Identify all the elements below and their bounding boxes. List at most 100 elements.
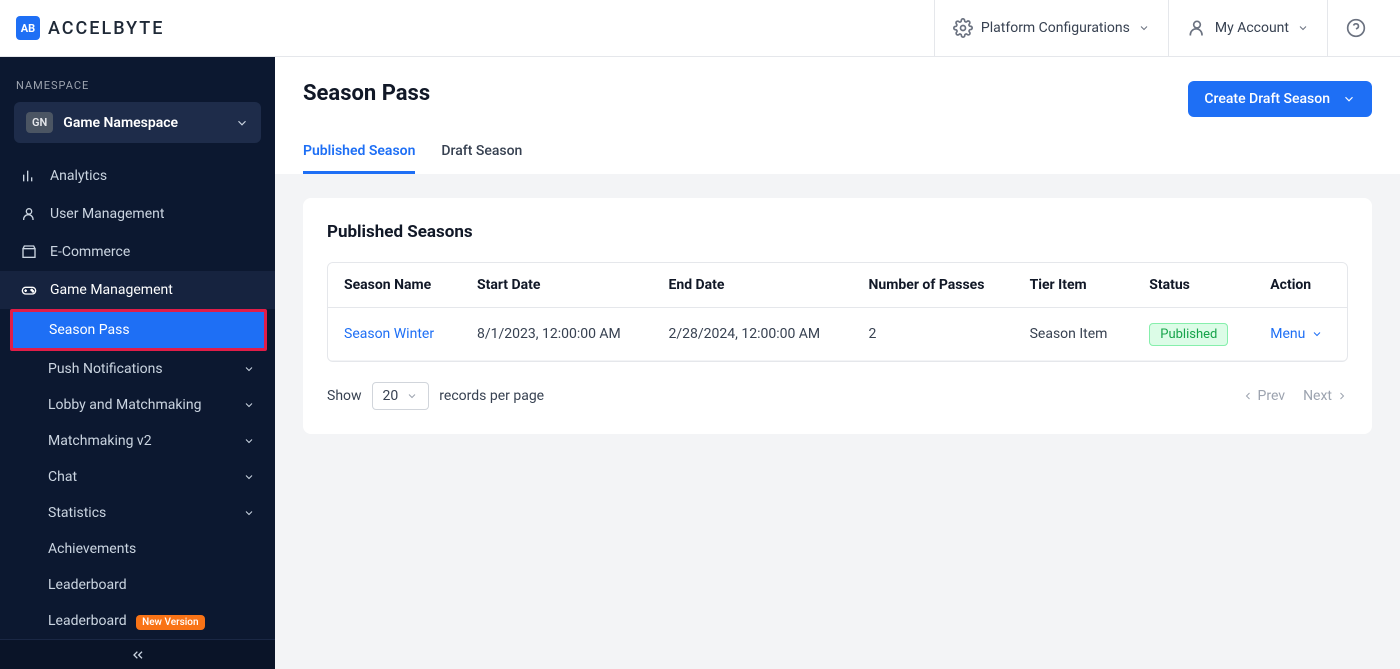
next-button[interactable]: Next <box>1303 388 1348 404</box>
main-content: Season Pass Create Draft Season Publishe… <box>275 57 1400 669</box>
help-icon <box>1346 18 1366 38</box>
chevron-down-icon <box>1311 328 1323 340</box>
user-icon <box>1187 18 1207 38</box>
shop-icon <box>20 243 38 261</box>
help-button[interactable] <box>1327 0 1384 57</box>
sidebar-item-ecommerce[interactable]: E-Commerce <box>0 233 275 271</box>
my-account-menu[interactable]: My Account <box>1168 0 1327 57</box>
chart-bar-icon <box>20 167 38 185</box>
tab-published-season[interactable]: Published Season <box>303 133 415 174</box>
chevron-left-icon <box>1242 390 1254 402</box>
sidebar-item-game-management[interactable]: Game Management <box>0 271 275 309</box>
col-action: Action <box>1254 263 1347 308</box>
menu-label: Menu <box>1270 326 1305 342</box>
sidebar-sub-leaderboard[interactable]: Leaderboard <box>0 567 275 603</box>
row-menu-button[interactable]: Menu <box>1270 326 1323 342</box>
card-title: Published Seasons <box>327 222 1348 242</box>
col-number-passes: Number of Passes <box>853 263 1014 308</box>
chevron-down-icon <box>243 435 255 447</box>
sidebar-sub-statistics[interactable]: Statistics <box>0 495 275 531</box>
sidebar-sub-label: Statistics <box>48 505 106 521</box>
create-draft-season-button[interactable]: Create Draft Season <box>1188 81 1372 117</box>
show-label: Show <box>327 388 362 404</box>
page-header: Season Pass Create Draft Season Publishe… <box>275 57 1400 174</box>
header-right: Platform Configurations My Account <box>934 0 1384 57</box>
sidebar-sub-push-notifications[interactable]: Push Notifications <box>0 351 275 387</box>
chevron-down-icon <box>243 399 255 411</box>
sidebar-sub-label: Leaderboard <box>48 577 127 593</box>
sidebar-item-label: E-Commerce <box>50 244 130 260</box>
sidebar-sub-chat[interactable]: Chat <box>0 459 275 495</box>
user-icon <box>20 205 38 223</box>
page-size-select[interactable]: 20 <box>372 382 430 410</box>
page-size-value: 20 <box>383 388 399 404</box>
brand-name: ACCELBYTE <box>48 18 164 39</box>
col-tier-item: Tier Item <box>1014 263 1134 308</box>
new-version-badge: New Version <box>136 615 204 630</box>
cell-start-date: 8/1/2023, 12:00:00 AM <box>461 308 653 361</box>
sidebar-sub-achievements[interactable]: Achievements <box>0 531 275 567</box>
col-status: Status <box>1133 263 1254 308</box>
sidebar-sub-label: Achievements <box>48 541 136 557</box>
logo-mark: AB <box>16 16 40 40</box>
col-season-name: Season Name <box>328 263 461 308</box>
sidebar-sub-label: Season Pass <box>49 322 130 338</box>
tabs: Published Season Draft Season <box>303 133 1372 174</box>
sidebar-sub-lobby-matchmaking[interactable]: Lobby and Matchmaking <box>0 387 275 423</box>
namespace-name: Game Namespace <box>63 115 225 131</box>
platform-configurations-menu[interactable]: Platform Configurations <box>934 0 1168 57</box>
status-badge: Published <box>1149 323 1228 346</box>
cell-number-passes: 2 <box>853 308 1014 361</box>
cell-tier-item: Season Item <box>1014 308 1134 361</box>
chevron-down-icon <box>406 390 418 402</box>
page-title: Season Pass <box>303 81 430 106</box>
chevron-down-icon <box>235 116 249 130</box>
my-account-label: My Account <box>1215 20 1289 36</box>
table-row: Season Winter 8/1/2023, 12:00:00 AM 2/28… <box>328 308 1347 361</box>
chevron-down-icon <box>1297 22 1309 34</box>
tab-draft-season[interactable]: Draft Season <box>441 133 522 174</box>
namespace-label: NAMESPACE <box>0 57 275 102</box>
chevron-right-icon <box>1336 390 1348 402</box>
seasons-table: Season Name Start Date End Date Number o… <box>328 263 1347 361</box>
gamepad-icon <box>20 281 38 299</box>
chevron-down-icon <box>243 507 255 519</box>
sidebar-item-label: Analytics <box>50 168 107 184</box>
sidebar-sub-season-pass[interactable]: Season Pass <box>13 312 264 348</box>
cell-end-date: 2/28/2024, 12:00:00 AM <box>652 308 852 361</box>
sidebar-sub-matchmaking-v2[interactable]: Matchmaking v2 <box>0 423 275 459</box>
chevron-down-icon <box>243 363 255 375</box>
top-header: AB ACCELBYTE Platform Configurations My … <box>0 0 1400 57</box>
season-name-link[interactable]: Season Winter <box>344 326 434 342</box>
published-seasons-card: Published Seasons Season Name Start Date… <box>303 198 1372 434</box>
brand-logo: AB ACCELBYTE <box>16 16 164 40</box>
platform-configurations-label: Platform Configurations <box>981 20 1130 36</box>
sidebar-collapse-button[interactable] <box>0 639 275 669</box>
sidebar-sub-label: Leaderboard <box>48 613 127 629</box>
chevron-down-icon <box>243 471 255 483</box>
chevron-down-icon <box>1138 22 1150 34</box>
table-footer: Show 20 records per page <box>327 382 1348 410</box>
highlight-season-pass: Season Pass <box>10 309 267 351</box>
records-per-page-label: records per page <box>439 388 544 404</box>
sidebar-item-analytics[interactable]: Analytics <box>0 157 275 195</box>
sidebar-sub-leaderboard-new[interactable]: Leaderboard New Version <box>0 603 275 639</box>
chevron-down-icon <box>1342 92 1356 106</box>
prev-label: Prev <box>1258 388 1286 404</box>
sidebar-sub-label: Matchmaking v2 <box>48 433 152 449</box>
sidebar: NAMESPACE GN Game Namespace Analytics Us… <box>0 57 275 669</box>
sidebar-sub-label: Chat <box>48 469 77 485</box>
create-button-label: Create Draft Season <box>1204 91 1330 107</box>
col-start-date: Start Date <box>461 263 653 308</box>
col-end-date: End Date <box>652 263 852 308</box>
gear-icon <box>953 18 973 38</box>
sidebar-item-label: Game Management <box>50 282 173 298</box>
next-label: Next <box>1303 388 1332 404</box>
chevron-double-left-icon <box>130 647 146 663</box>
sidebar-item-user-management[interactable]: User Management <box>0 195 275 233</box>
namespace-selector[interactable]: GN Game Namespace <box>14 102 261 143</box>
prev-button[interactable]: Prev <box>1242 388 1286 404</box>
sidebar-item-label: User Management <box>50 206 164 222</box>
sidebar-sub-label: Lobby and Matchmaking <box>48 397 201 413</box>
sidebar-sub-label: Push Notifications <box>48 361 163 377</box>
